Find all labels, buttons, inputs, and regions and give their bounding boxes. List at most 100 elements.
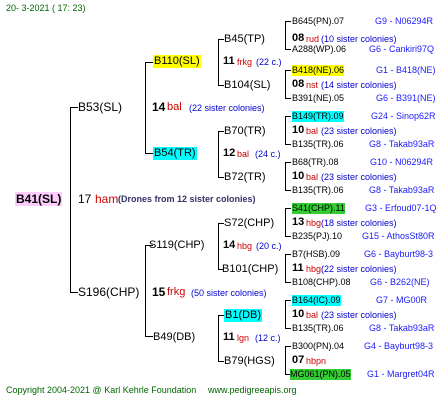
connector-line xyxy=(218,39,219,85)
footer-copyright: Copyright 2004-2021 @ Karl Kehrle Founda… xyxy=(6,385,197,395)
connector-line xyxy=(285,144,291,145)
connector-line xyxy=(70,107,71,293)
level4-queen-name: B68(TR).08 xyxy=(292,157,339,167)
connector-line xyxy=(285,116,286,144)
level4-queen-code: G8 - Takab93aR xyxy=(369,139,435,149)
level4-queen-code: G8 - Takab93aR xyxy=(369,185,435,195)
level3-queen-mark: nst xyxy=(306,80,319,90)
connector-line xyxy=(285,254,286,282)
connector-line xyxy=(285,21,291,22)
connector-line xyxy=(285,282,291,283)
level4-queen-name: B149(TR).09 xyxy=(292,111,344,122)
level2-queen-mark: hbg xyxy=(237,241,253,251)
level3-queen-mark: bal xyxy=(306,126,319,136)
level2-queen-mark: frkg xyxy=(237,57,253,67)
level3-queen-note: (14 sister colonies) xyxy=(321,80,397,90)
dam-queen-mark: frkg xyxy=(167,286,186,298)
connector-line xyxy=(285,116,291,117)
connector-line xyxy=(145,153,153,154)
level2-queen-mark: lgn xyxy=(237,333,250,343)
level3-queen-gen: 08 xyxy=(292,78,305,90)
level2-queen-note: (22 c.) xyxy=(256,57,282,67)
level4-queen-code: G3 - Erfoud07-1Q xyxy=(365,203,437,213)
level2-queen-note: (20 c.) xyxy=(256,241,282,251)
level4-queen-code: G9 - N06294R xyxy=(375,16,434,26)
header-date: 20- 3-2021 ( 17: 23) xyxy=(6,3,86,13)
connector-line xyxy=(285,49,291,50)
level2-queen-gen: 12 xyxy=(223,147,236,159)
level3-queen-mark: hbpn xyxy=(306,356,327,366)
connector-line xyxy=(285,162,286,190)
level3-queen-gen: 07 xyxy=(292,354,305,366)
level3-queen-gen: 10 xyxy=(292,124,305,136)
level3-queen-note: (23 sister colonies) xyxy=(321,172,397,182)
dam-queen-name: S196(CHP) xyxy=(78,285,140,299)
connector-line xyxy=(285,328,291,329)
pedigree-chart: 20- 3-2021 ( 17: 23) B41(SL) 17 ham (Dro… xyxy=(0,0,440,400)
connector-line xyxy=(285,346,291,347)
connector-line xyxy=(285,300,286,328)
root-queen-mark: ham xyxy=(95,192,119,206)
level2-queen-gen: 11 xyxy=(223,331,235,343)
level2-queen-note: (12 c.) xyxy=(255,333,281,343)
level2-queen-note: (24 c.) xyxy=(255,149,281,159)
connector-line xyxy=(285,70,291,71)
connector-line xyxy=(285,300,291,301)
level3-queen-gen: 10 xyxy=(292,308,305,320)
connector-line xyxy=(145,245,146,337)
level4-queen-code: G10 - N06294R xyxy=(370,157,434,167)
dam-queen-gen: 15 xyxy=(152,285,166,299)
level3-queen-name: B70(TR) xyxy=(224,125,266,137)
level4-queen-name: S41(CHP).11 xyxy=(292,203,345,214)
level2-queen-mark: bal xyxy=(237,149,250,159)
connector-line xyxy=(218,131,219,177)
level3-queen-mark: bal xyxy=(306,310,319,320)
level4-queen-name: B645(PN).07 xyxy=(292,16,345,26)
connector-line xyxy=(285,254,291,255)
connector-line xyxy=(218,315,219,361)
level3-queen-mark: hbg xyxy=(306,218,322,228)
level3-queen-gen: 11 xyxy=(292,262,304,274)
connector-line xyxy=(285,346,286,374)
connector-line xyxy=(285,190,291,191)
level3-queen-note: (22 sister colonies) xyxy=(321,264,397,274)
dam-queen-note: (50 sister colonies) xyxy=(191,288,267,298)
footer-url[interactable]: www.pedigreeapis.org xyxy=(208,385,297,396)
root-queen-name: B41(SL) xyxy=(15,192,63,206)
connector-line xyxy=(70,107,78,108)
level3-queen-name: B104(SL) xyxy=(224,79,271,91)
level4-queen-name: B164(IC).09 xyxy=(292,295,341,306)
level4-queen-code: G4 - Bayburt98-3 xyxy=(364,341,434,351)
sire-queen-mark: bal xyxy=(167,101,182,113)
root-queen-gen: 17 xyxy=(78,192,92,206)
level3-queen-gen: 13 xyxy=(292,216,305,228)
level3-queen-name: B1(DB) xyxy=(224,309,263,322)
level2-queen-name: S119(CHP) xyxy=(149,239,205,251)
connector-line xyxy=(285,98,291,99)
level4-queen-name: B135(TR).06 xyxy=(292,185,344,195)
level3-queen-mark: hbg xyxy=(306,264,322,274)
level4-queen-code: G7 - MG00R xyxy=(376,295,428,305)
connector-line xyxy=(145,62,153,63)
level3-queen-note: (23 sister colonies) xyxy=(321,126,397,136)
level4-queen-code: G6 - B262(NE) xyxy=(370,277,430,287)
level4-queen-name: B135(TR).06 xyxy=(292,323,344,333)
sire-queen-name: B53(SL) xyxy=(78,100,123,114)
connector-line xyxy=(285,236,291,237)
level4-queen-code: G6 - B391(NE) xyxy=(376,93,436,103)
level4-queen-name: B7(HSB).09 xyxy=(292,249,341,259)
level4-queen-name: B135(TR).06 xyxy=(292,139,344,149)
level3-queen-name: B79(HGS) xyxy=(224,355,275,367)
level2-queen-name: B49(DB) xyxy=(153,331,196,343)
level4-queen-name: B418(NE).06 xyxy=(292,65,345,76)
connector-line xyxy=(218,223,219,269)
sire-queen-gen: 14 xyxy=(152,100,166,114)
level3-queen-note: (18 sister colonies) xyxy=(321,218,397,228)
connector-line xyxy=(285,162,291,163)
connector-line xyxy=(145,62,146,153)
level4-queen-code: G1 - Margret04R xyxy=(367,369,435,379)
connector-line xyxy=(285,70,286,98)
level3-queen-name: S72(CHP) xyxy=(224,217,275,229)
level4-queen-name: B235(PJ).10 xyxy=(292,231,343,241)
root-drone-note: (Drones from 12 sister colonies) xyxy=(118,194,256,204)
